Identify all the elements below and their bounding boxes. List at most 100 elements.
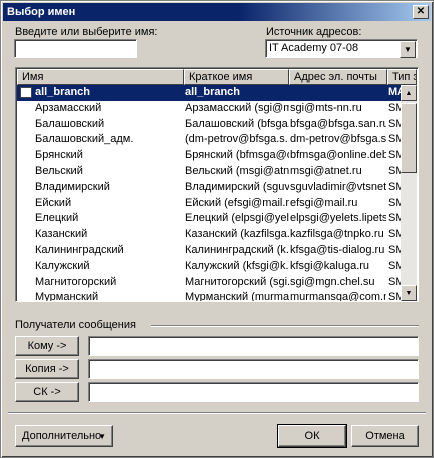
address-source-select[interactable]: IT Academy 07-08 ▼ [265, 39, 418, 58]
row-name: Казанский [35, 228, 88, 241]
row-type: SMT [388, 275, 402, 288]
row-email: kfsga@tis-dialog.ru [290, 243, 385, 256]
vertical-scrollbar[interactable]: ▲ ▼ [401, 85, 417, 301]
recipients-group-label: Получатели сообщения [15, 319, 136, 331]
row-name: Брянский [35, 149, 83, 162]
table-row[interactable]: Ейский Ейский (efsgi@mail.ru) efsgi@mail.r… [17, 196, 402, 212]
row-type: SMT [388, 180, 402, 193]
name-input-label: Введите или выберите имя: [15, 26, 158, 38]
row-name: Мурманский [35, 291, 99, 301]
scroll-down-button[interactable]: ▼ [401, 285, 417, 301]
row-name: Балашовский_адм. [35, 133, 134, 146]
row-short-name: Вельский (msgi@atn... [185, 164, 289, 177]
row-name: Владимирский [35, 180, 110, 193]
row-name: Калининградский [35, 243, 124, 256]
address-source-dropdown-button[interactable]: ▼ [400, 41, 416, 58]
row-type: SMT [388, 243, 402, 256]
row-email: msgi@atnet.ru [290, 164, 362, 177]
table-row[interactable]: all_branch all_branch MA [17, 85, 402, 101]
row-type: SMT [388, 228, 402, 241]
table-row[interactable]: Арзамасский Арзамасский (sgi@m...sgi@mts-… [17, 101, 402, 117]
table-row[interactable]: Мурманский Мурманский (murma... murmansga@… [17, 290, 402, 301]
arrow-up-icon: ▲ [405, 89, 413, 97]
row-type: MA [388, 86, 402, 98]
row-type: SMT [388, 291, 402, 301]
row-email: kazfilsga@tnpko.ru [290, 228, 384, 241]
to-field[interactable] [88, 336, 419, 356]
row-type: SMT [388, 196, 402, 209]
scroll-up-button[interactable]: ▲ [401, 85, 417, 101]
row-type: SMT [388, 164, 402, 177]
row-type: SMT [388, 149, 402, 162]
row-short-name: all_branch [185, 86, 241, 98]
scroll-thumb[interactable] [401, 103, 417, 173]
row-short-name: Магнитогорский (sgi... [185, 275, 289, 288]
column-header-type[interactable]: Тип э [387, 69, 417, 85]
cancel-button[interactable]: Отмена [351, 425, 419, 447]
table-row[interactable]: Магнитогорский Магнитогорский (sgi... sgi@… [17, 275, 402, 291]
row-name: Вельский [35, 164, 83, 177]
chevron-down-icon: ▼ [98, 431, 106, 441]
row-email: sgi@mts-nn.ru [290, 101, 362, 114]
row-email: bfmsga@online.debry... [290, 149, 386, 162]
row-short-name: Брянский (bfmsga@o... [185, 149, 289, 162]
footer-separator [8, 412, 426, 414]
row-name: Калужский [35, 259, 90, 272]
table-row[interactable]: Брянский Брянский (bfmsga@o...bfmsga@onli… [17, 148, 402, 164]
group-icon [20, 87, 32, 98]
row-short-name: Калужский (kfsgi@k... [185, 259, 289, 272]
row-short-name: Калининградский (k... [185, 243, 289, 256]
address-source-value: IT Academy 07-08 [269, 42, 359, 54]
bcc-field[interactable] [88, 382, 419, 402]
chevron-down-icon: ▼ [404, 45, 412, 54]
address-source-label: Источник адресов: [266, 26, 362, 38]
table-row[interactable]: Вельский Вельский (msgi@atn... msgi@atnet.… [17, 164, 402, 180]
column-header-short-name[interactable]: Краткое имя [184, 69, 289, 85]
recipients-group-line [151, 325, 419, 327]
row-email: efsgi@mail.ru [290, 196, 358, 209]
row-name: Ейский [35, 196, 72, 209]
advanced-button[interactable]: Дополнительно ▼ [15, 425, 113, 447]
row-name: Балашовский [35, 117, 105, 130]
to-button[interactable]: Кому -> [15, 336, 79, 356]
cc-button[interactable]: Копия -> [15, 359, 79, 379]
row-short-name: Арзамасский (sgi@m... [185, 101, 289, 114]
close-icon: ✕ [416, 6, 426, 17]
row-type: SMT [388, 117, 402, 130]
title-bar: Выбор имен ✕ [3, 3, 431, 21]
row-type: SMT [388, 101, 402, 114]
row-short-name: Ейский (efsgi@mail.ru) [185, 196, 289, 209]
advanced-button-label: Дополнительно [22, 430, 102, 442]
column-header-name[interactable]: Имя [17, 69, 184, 85]
table-row[interactable]: Елецкий Елецкий (elpsgi@yel... elpsgi@yele… [17, 211, 402, 227]
row-short-name: Мурманский (murma... [185, 291, 289, 301]
row-name: all_branch [35, 86, 91, 98]
row-email: dm-petrov@bfsga.sa... [290, 133, 386, 146]
table-row[interactable]: Балашовский Балашовский (bfsga... bfsga@bf… [17, 117, 402, 133]
row-type: SMT [388, 259, 402, 272]
row-email: elpsgi@yelets.lipetsk.ru [290, 212, 386, 225]
table-row[interactable]: Балашовский_адм. (dm-petrov@bfsga.s... dm-… [17, 132, 402, 148]
row-type: SMT [388, 212, 402, 225]
name-input[interactable] [14, 39, 137, 58]
table-row[interactable]: Калужский Калужский (kfsgi@k... kfsgi@kalu… [17, 259, 402, 275]
row-short-name: Владимирский (sguvl... [185, 180, 289, 193]
column-header-email[interactable]: Адрес эл. почты [289, 69, 387, 85]
select-names-dialog: Выбор имен ✕ Введите или выберите имя: И… [0, 0, 434, 458]
row-type: SMT [388, 133, 402, 146]
list-rows: all_branch all_branch MA АрзамасскийАрзамас… [17, 85, 402, 301]
table-row[interactable]: Владимирский Владимирский (sguvl...sguvla… [17, 180, 402, 196]
arrow-down-icon: ▼ [405, 289, 413, 297]
table-row[interactable]: Калининградский Калининградский (k... kfsg… [17, 243, 402, 259]
row-name: Магнитогорский [35, 275, 117, 288]
row-short-name: Балашовский (bfsga... [185, 117, 289, 130]
list-header: Имя Краткое имя Адрес эл. почты Тип э [17, 69, 417, 85]
table-row[interactable]: Казанский Казанский (kazfilsga... kazfilsg… [17, 227, 402, 243]
close-button[interactable]: ✕ [413, 5, 429, 19]
ok-button[interactable]: ОК [277, 424, 347, 448]
bcc-button[interactable]: СК -> [15, 382, 79, 402]
cc-field[interactable] [88, 359, 419, 379]
names-list[interactable]: Имя Краткое имя Адрес эл. почты Тип э al… [15, 67, 419, 302]
row-short-name: Елецкий (elpsgi@yel... [185, 212, 289, 225]
row-short-name: (dm-petrov@bfsga.s... [185, 133, 289, 146]
